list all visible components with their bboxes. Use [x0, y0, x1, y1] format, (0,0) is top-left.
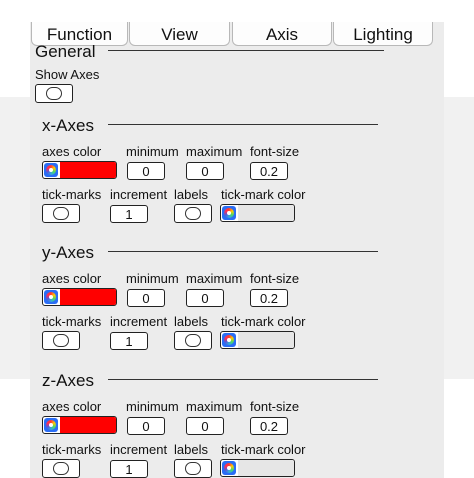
y-axes-labels-label: labels — [174, 314, 208, 329]
z-axes-increment-input[interactable]: 1 — [110, 460, 148, 478]
toggle-knob-icon — [53, 207, 69, 220]
y-axes-maximum-input[interactable]: 0 — [186, 289, 224, 307]
y-axes-tick-mark-color-fill — [238, 332, 294, 348]
z-axes-axes-color-label: axes color — [42, 399, 102, 414]
x-axes-labels-toggle[interactable] — [174, 204, 212, 223]
show-axes-label: Show Axes — [35, 67, 100, 82]
x-axes-heading: x-Axes — [42, 116, 94, 135]
show-axes-toggle[interactable] — [35, 84, 73, 103]
z-axes-heading: z-Axes — [42, 371, 94, 390]
x-axes-axes-color-fill — [60, 162, 116, 178]
toggle-knob-icon — [53, 462, 69, 475]
y-axes-divider — [108, 251, 378, 252]
x-axes-minimum-label: minimum — [126, 144, 179, 159]
tab-axis[interactable]: Axis — [232, 22, 332, 46]
x-axes-tick-marks-label: tick-marks — [42, 187, 102, 202]
toggle-knob-icon — [46, 87, 62, 100]
z-axes-minimum-input[interactable]: 0 — [127, 417, 165, 435]
toggle-knob-icon — [185, 334, 201, 347]
toggle-knob-icon — [185, 207, 201, 220]
z-axes-tick-marks-label: tick-marks — [42, 442, 102, 457]
z-axes-axes-color-picker[interactable] — [42, 416, 117, 434]
z-axes-labels-label: labels — [174, 442, 208, 457]
y-axes-axes-color-fill — [60, 289, 116, 305]
z-axes-tick-mark-color-picker[interactable] — [220, 459, 295, 477]
y-axes-axes-color-picker[interactable] — [42, 288, 117, 306]
axis-settings-panel: Function View Axis Lighting General Show… — [30, 22, 444, 478]
background-panel-right — [442, 97, 474, 379]
x-axes-font-size-input[interactable]: 0.2 — [250, 162, 288, 180]
x-axes-tick-mark-color-fill — [238, 205, 294, 221]
z-axes-tick-mark-color-fill — [238, 460, 294, 476]
x-axes-tick-marks-toggle[interactable] — [42, 204, 80, 223]
color-wheel-icon — [222, 461, 236, 475]
y-axes-font-size-input[interactable]: 0.2 — [250, 289, 288, 307]
x-axes-labels-label: labels — [174, 187, 208, 202]
y-axes-increment-label: increment — [110, 314, 168, 329]
z-axes-increment-label: increment — [110, 442, 168, 457]
x-axes-divider — [108, 124, 378, 125]
x-axes-axes-color-label: axes color — [42, 144, 102, 159]
z-axes-labels-toggle[interactable] — [174, 459, 212, 478]
tab-lighting[interactable]: Lighting — [333, 22, 433, 46]
y-axes-tick-marks-label: tick-marks — [42, 314, 102, 329]
x-axes-tick-mark-color-picker[interactable] — [220, 204, 295, 222]
y-axes-axes-color-label: axes color — [42, 271, 102, 286]
z-axes-font-size-input[interactable]: 0.2 — [250, 417, 288, 435]
tab-view[interactable]: View — [129, 22, 230, 46]
x-axes-minimum-input[interactable]: 0 — [127, 162, 165, 180]
color-wheel-icon — [44, 163, 58, 177]
z-axes-tick-mark-color-label: tick-mark color — [221, 442, 306, 457]
z-axes-tick-marks-toggle[interactable] — [42, 459, 80, 478]
color-wheel-icon — [222, 206, 236, 220]
x-axes-font-size-label: font-size — [250, 144, 300, 159]
y-axes-heading: y-Axes — [42, 243, 94, 262]
y-axes-font-size-label: font-size — [250, 271, 300, 286]
y-axes-tick-mark-color-picker[interactable] — [220, 331, 295, 349]
z-axes-font-size-label: font-size — [250, 399, 300, 414]
toggle-knob-icon — [53, 334, 69, 347]
y-axes-labels-toggle[interactable] — [174, 331, 212, 350]
z-axes-axes-color-fill — [60, 417, 116, 433]
y-axes-tick-marks-toggle[interactable] — [42, 331, 80, 350]
x-axes-maximum-label: maximum — [186, 144, 243, 159]
x-axes-increment-input[interactable]: 1 — [110, 205, 148, 223]
z-axes-maximum-input[interactable]: 0 — [186, 417, 224, 435]
z-axes-divider — [108, 379, 378, 380]
y-axes-minimum-input[interactable]: 0 — [127, 289, 165, 307]
y-axes-tick-mark-color-label: tick-mark color — [221, 314, 306, 329]
x-axes-tick-mark-color-label: tick-mark color — [221, 187, 306, 202]
z-axes-minimum-label: minimum — [126, 399, 179, 414]
color-wheel-icon — [44, 418, 58, 432]
general-heading: General — [35, 42, 96, 61]
y-axes-minimum-label: minimum — [126, 271, 179, 286]
background-panel-left — [0, 97, 32, 379]
x-axes-increment-label: increment — [110, 187, 168, 202]
toggle-knob-icon — [185, 462, 201, 475]
color-wheel-icon — [44, 290, 58, 304]
general-divider — [108, 50, 384, 51]
y-axes-maximum-label: maximum — [186, 271, 243, 286]
z-axes-maximum-label: maximum — [186, 399, 243, 414]
y-axes-increment-input[interactable]: 1 — [110, 332, 148, 350]
x-axes-axes-color-picker[interactable] — [42, 161, 117, 179]
color-wheel-icon — [222, 333, 236, 347]
x-axes-maximum-input[interactable]: 0 — [186, 162, 224, 180]
